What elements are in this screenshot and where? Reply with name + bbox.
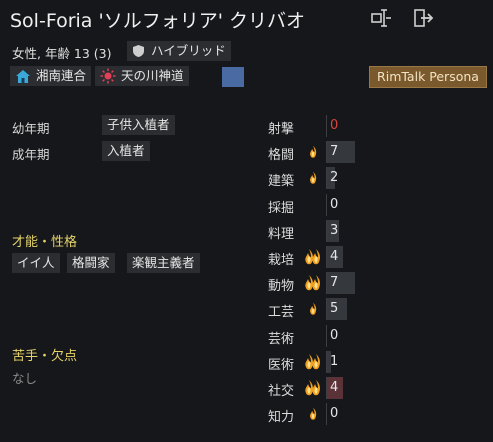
skill-name: 芸術 bbox=[268, 331, 295, 347]
major-passion-icon bbox=[305, 380, 320, 396]
skill-name: 栽培 bbox=[268, 253, 295, 268]
skill-bar-axis bbox=[326, 324, 327, 347]
skill-bar-axis bbox=[326, 403, 327, 426]
skill-level: 4 bbox=[330, 249, 339, 264]
skill-name: 格闘 bbox=[268, 148, 295, 164]
skill-name: 動物 bbox=[268, 279, 295, 295]
skill-name: 医術 bbox=[268, 357, 295, 373]
skills-panel: 射撃 0 格闘 7 建築 2 採掘 0 料理 3 栽培 4 動物 7 工芸 5 芸術 0 医術 1 社交 4 知力 0 bbox=[0, 0, 493, 442]
skill-name: 社交 bbox=[268, 384, 295, 399]
skill-name: 建築 bbox=[268, 174, 295, 190]
skill-name: 工芸 bbox=[268, 305, 295, 321]
skill-level: 4 bbox=[330, 380, 339, 395]
major-passion-icon bbox=[305, 249, 320, 265]
minor-passion-icon bbox=[310, 407, 317, 420]
major-passion-icon bbox=[305, 353, 320, 370]
skill-level: 7 bbox=[330, 275, 339, 291]
skill-bar-axis bbox=[326, 193, 327, 216]
major-passion-icon bbox=[305, 275, 320, 291]
skill-name: 採掘 bbox=[268, 200, 295, 216]
skill-level: 2 bbox=[330, 170, 339, 186]
skill-level: 0 bbox=[330, 406, 339, 422]
skill-bar-axis bbox=[326, 115, 327, 137]
skill-level: 3 bbox=[330, 222, 339, 238]
minor-passion-icon bbox=[310, 302, 317, 316]
skill-level: 0 bbox=[330, 327, 339, 343]
skill-name: 知力 bbox=[268, 410, 295, 426]
skill-name: 料理 bbox=[268, 226, 295, 242]
skill-level: 1 bbox=[330, 353, 339, 369]
skill-level: 0 bbox=[330, 118, 339, 133]
skill-level: 0 bbox=[330, 196, 339, 212]
skill-level: 5 bbox=[330, 301, 339, 317]
minor-passion-icon bbox=[310, 145, 317, 158]
skill-name: 射撃 bbox=[268, 122, 295, 137]
minor-passion-icon bbox=[310, 171, 317, 185]
skill-level: 7 bbox=[330, 144, 339, 160]
